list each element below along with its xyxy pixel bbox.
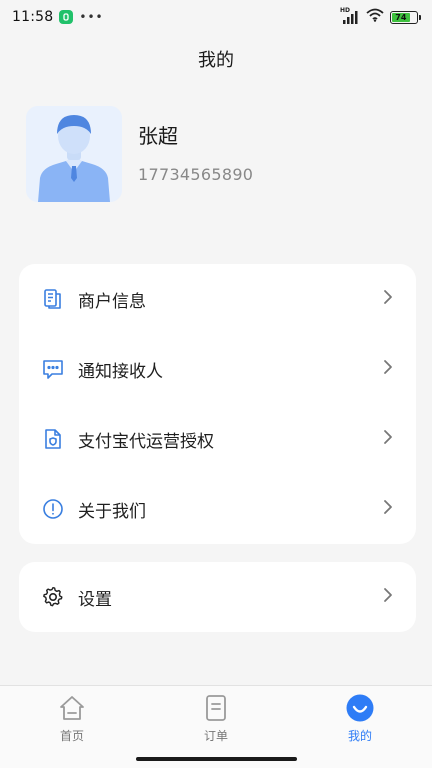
page-title: 我的 bbox=[198, 50, 234, 71]
app-notification-icon bbox=[59, 10, 74, 24]
menu-item-label: 支付宝代运营授权 bbox=[78, 431, 214, 452]
user-phone: 17734565890 bbox=[138, 165, 254, 184]
chevron-right-icon bbox=[382, 359, 394, 379]
avatar[interactable] bbox=[26, 106, 122, 202]
status-time: 11:58 bbox=[12, 9, 54, 25]
signal-icon: HD bbox=[340, 7, 360, 24]
merchant-doc-icon bbox=[42, 288, 64, 310]
tab-label: 首页 bbox=[59, 729, 84, 743]
chevron-right-icon bbox=[382, 499, 394, 519]
status-right: HD 74 bbox=[340, 7, 421, 26]
tab-bar: 首页 订单 我的 bbox=[0, 685, 432, 768]
info-icon bbox=[42, 498, 64, 520]
avatar-person-icon bbox=[26, 106, 122, 202]
profile-smile-icon bbox=[345, 693, 375, 723]
home-icon bbox=[57, 693, 87, 723]
tab-home[interactable]: 首页 bbox=[0, 686, 144, 768]
chevron-right-icon bbox=[382, 429, 394, 449]
order-icon bbox=[201, 693, 231, 723]
tab-orders[interactable]: 订单 bbox=[144, 686, 288, 768]
user-name: 张超 bbox=[138, 124, 178, 148]
menu-card: 商户信息 通知接收人 支付宝代运营授权 关于我们 bbox=[19, 264, 416, 544]
menu-item-label: 商户信息 bbox=[78, 291, 146, 312]
message-icon bbox=[42, 358, 64, 380]
tab-label: 我的 bbox=[347, 729, 372, 743]
menu-item-about-us[interactable]: 关于我们 bbox=[19, 474, 416, 544]
battery-icon: 74 bbox=[390, 10, 421, 24]
profile-section[interactable]: 张超 17734565890 bbox=[26, 106, 253, 202]
home-indicator[interactable] bbox=[136, 757, 297, 761]
gear-icon bbox=[42, 586, 64, 608]
tab-mine[interactable]: 我的 bbox=[288, 686, 432, 768]
tab-label: 订单 bbox=[203, 729, 228, 743]
menu-item-alipay-authorization[interactable]: 支付宝代运营授权 bbox=[19, 404, 416, 474]
settings-card: 设置 bbox=[19, 562, 416, 632]
menu-item-notification-recipient[interactable]: 通知接收人 bbox=[19, 334, 416, 404]
more-notifications-icon: ••• bbox=[79, 10, 104, 24]
menu-item-settings[interactable]: 设置 bbox=[19, 562, 416, 632]
authorization-doc-icon bbox=[42, 428, 64, 450]
wifi-icon bbox=[366, 8, 384, 26]
menu-item-label: 设置 bbox=[78, 589, 112, 610]
chevron-right-icon bbox=[382, 587, 394, 607]
battery-level: 74 bbox=[392, 12, 410, 22]
chevron-right-icon bbox=[382, 289, 394, 309]
menu-item-label: 关于我们 bbox=[78, 501, 146, 522]
menu-item-merchant-info[interactable]: 商户信息 bbox=[19, 264, 416, 334]
status-bar: 11:58 ••• HD 74 bbox=[0, 0, 432, 34]
profile-info: 张超 17734565890 bbox=[138, 120, 253, 184]
status-left: 11:58 ••• bbox=[12, 9, 104, 25]
menu-item-label: 通知接收人 bbox=[78, 361, 163, 382]
